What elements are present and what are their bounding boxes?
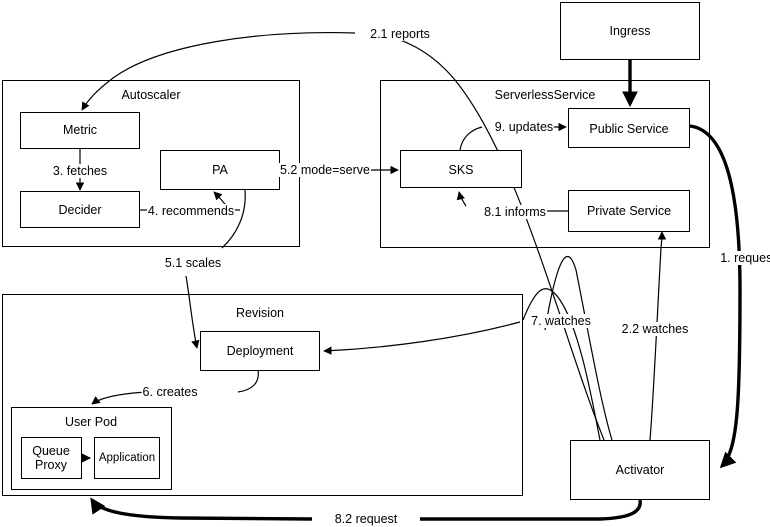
node-public-service-label: Public Service	[589, 122, 669, 136]
node-metric-label: Metric	[62, 123, 98, 137]
edge-label-9-updates: 9. updates	[493, 120, 555, 134]
node-activator-label: Activator	[615, 463, 665, 477]
edge-label-3-fetches: 3. fetches	[51, 164, 109, 178]
edge-label-1-request: 1. request	[719, 251, 770, 265]
edge-8-2-request-left	[90, 497, 313, 521]
node-queue-proxy-label: Queue Proxy	[32, 444, 70, 472]
node-sks-label: SKS	[448, 163, 474, 177]
edge-7-watches-curve	[522, 288, 601, 441]
edge-label-7-watches: 7. watches	[530, 314, 592, 328]
edge-label-2-2-watches: 2.2 watches	[620, 322, 690, 336]
group-autoscaler-title: Autoscaler	[121, 88, 181, 102]
edge-label-6-creates: 6. creates	[141, 385, 199, 399]
edge-label-5-1-scales: 5.1 scales	[163, 256, 223, 270]
node-ingress-label: Ingress	[609, 24, 651, 38]
node-decider-label: Decider	[58, 203, 102, 217]
group-revision-title: Revision	[236, 306, 284, 320]
node-application-label: Application	[98, 452, 156, 464]
node-private-service-label: Private Service	[586, 204, 672, 218]
architecture-diagram: Autoscaler ServerlessService Revision Us…	[0, 0, 770, 527]
edge-8-2-request-right	[420, 499, 642, 521]
edge-7-watches-upper	[544, 256, 613, 441]
edge-label-8-2-request: 8.2 request	[333, 512, 399, 526]
group-user-pod-title: User Pod	[64, 415, 118, 429]
edge-2-2-watches	[649, 247, 662, 441]
node-pa-label: PA	[212, 163, 228, 177]
edge-label-4-recommends: 4. recommends	[146, 204, 236, 218]
edge-label-5-2-mode-serve: 5.2 mode=serve	[279, 163, 371, 177]
edge-label-8-1-informs: 8.1 informs	[483, 205, 547, 219]
node-deployment-label: Deployment	[226, 344, 294, 358]
group-serverlessservice-title: ServerlessService	[494, 88, 596, 102]
edge-label-2-1-reports: 2.1 reports	[369, 27, 431, 41]
